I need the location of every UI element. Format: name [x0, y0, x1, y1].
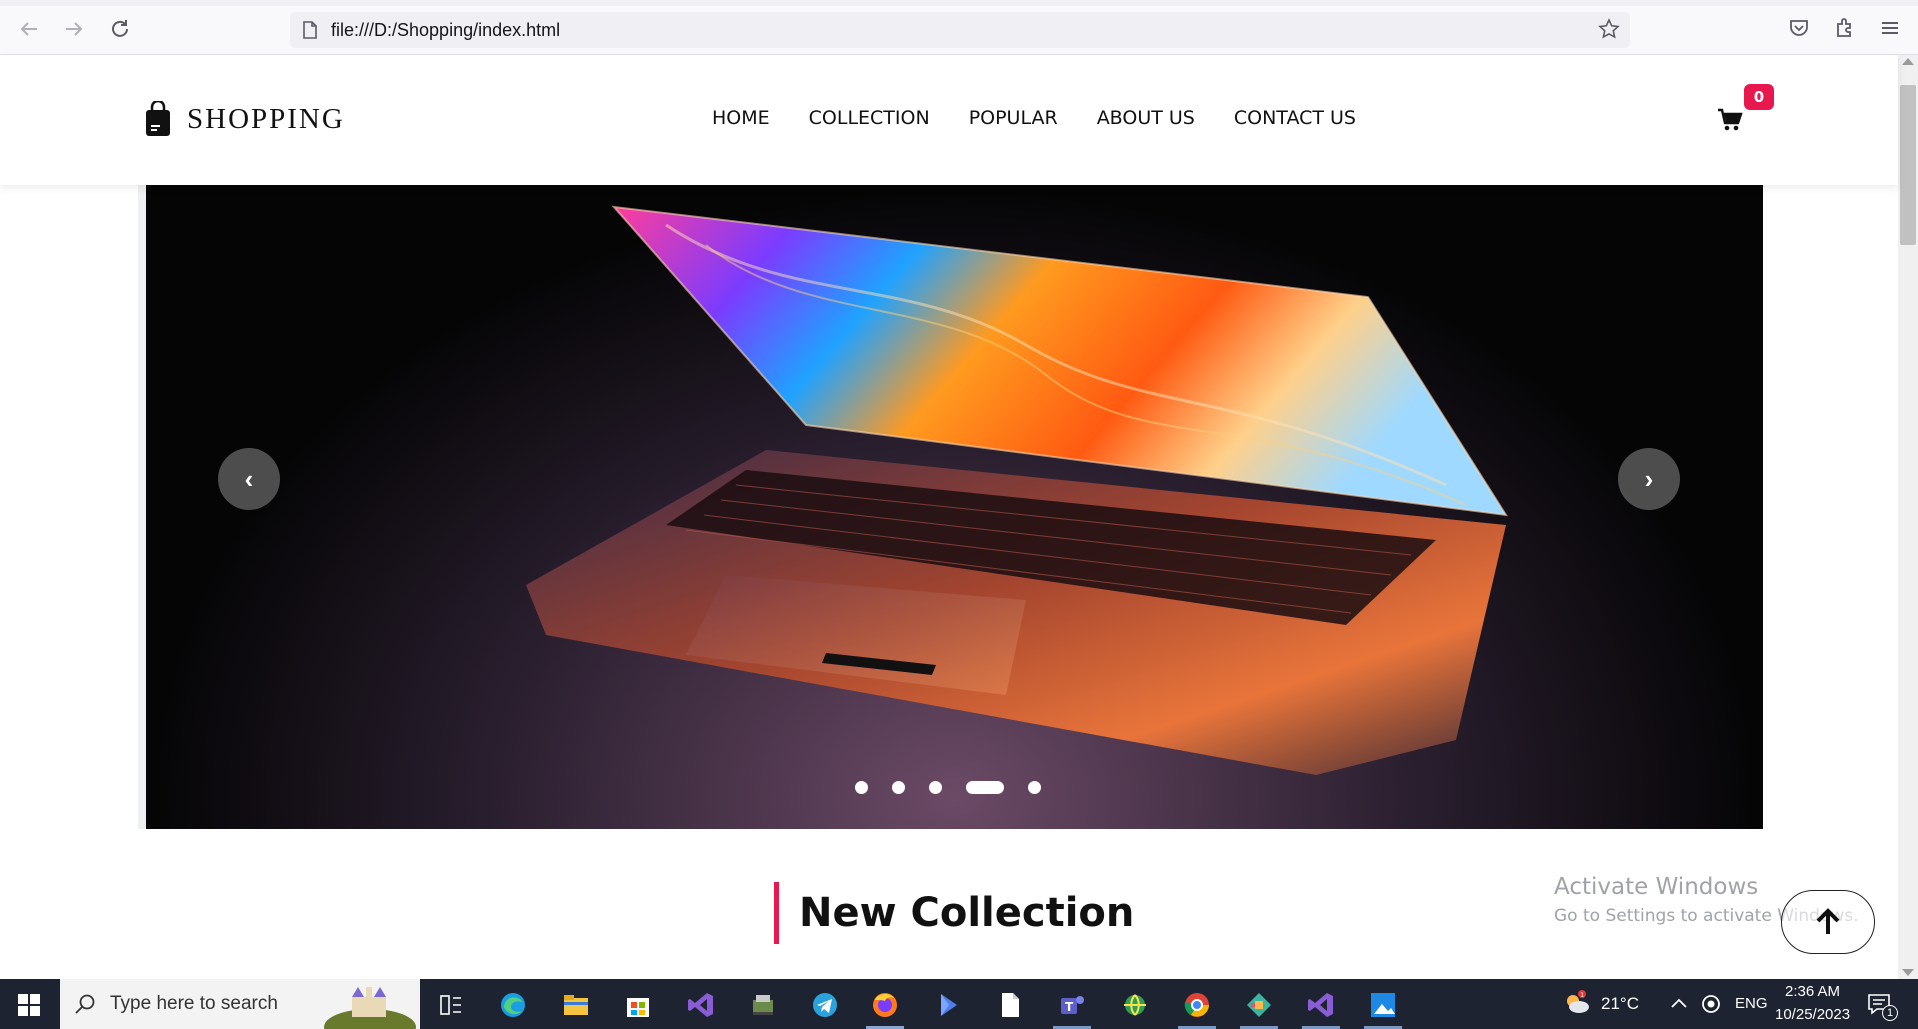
bookmark-star-icon[interactable]: [1598, 18, 1620, 40]
carousel-dot-4[interactable]: [966, 780, 1004, 794]
weather-temp: 21°C: [1601, 994, 1639, 1013]
database-tool-icon[interactable]: [748, 990, 778, 1020]
task-view-icon[interactable]: [436, 990, 466, 1020]
search-icon: [75, 994, 95, 1014]
git-tool-icon[interactable]: [1244, 990, 1274, 1020]
teams-icon[interactable]: T: [1057, 990, 1087, 1020]
menu-icon[interactable]: [1877, 15, 1903, 41]
page-icon: [303, 21, 317, 39]
site-header: SHOPPING HOME COLLECTION POPULAR ABOUT U…: [0, 55, 1898, 185]
nav-popular[interactable]: POPULAR: [969, 107, 1058, 129]
carousel-dot-5[interactable]: [1028, 780, 1041, 794]
image-editor-icon[interactable]: [1368, 990, 1398, 1020]
nav-home[interactable]: HOME: [712, 107, 770, 129]
title-accent-bar: [774, 882, 779, 944]
nav-contact-us[interactable]: CONTACT US: [1234, 107, 1356, 129]
visual-studio-icon[interactable]: [686, 990, 716, 1020]
carousel-dot-2[interactable]: [892, 780, 905, 794]
back-to-top-button[interactable]: [1781, 890, 1875, 954]
notepad-icon[interactable]: [995, 990, 1025, 1020]
scroll-thumb[interactable]: [1900, 85, 1916, 245]
taskbar: Type here to search T 1 21°C ENG 2:36 AM…: [0, 979, 1918, 1029]
telegram-icon[interactable]: [810, 990, 840, 1020]
store-icon[interactable]: [623, 990, 653, 1020]
back-arrow-icon: [20, 22, 37, 36]
extensions-icon[interactable]: [1832, 15, 1858, 41]
file-explorer-icon[interactable]: [561, 990, 591, 1020]
tab-strip: [0, 0, 1918, 6]
scroll-down-icon[interactable]: [1902, 969, 1914, 976]
search-highlight-icon: [324, 987, 416, 1029]
hero-carousel: ‹ ›: [146, 185, 1763, 829]
reload-icon: [112, 20, 128, 37]
pocket-icon[interactable]: [1786, 15, 1812, 41]
logo[interactable]: SHOPPING: [145, 101, 345, 137]
section-heading: New Collection: [774, 882, 1134, 944]
search-placeholder: Type here to search: [110, 993, 278, 1014]
main-nav: HOME COLLECTION POPULAR ABOUT US CONTACT…: [712, 107, 1395, 129]
scroll-up-icon[interactable]: [1902, 58, 1914, 65]
address-bar[interactable]: file:///D:/Shopping/index.html: [290, 12, 1630, 48]
carousel-dot-3[interactable]: [929, 780, 942, 794]
arrow-up-icon: [1816, 908, 1840, 934]
forward-arrow-icon: [66, 22, 83, 36]
svg-text:T: T: [1065, 1000, 1074, 1014]
notification-count: 1: [1882, 1005, 1898, 1021]
network-tool-icon[interactable]: [1120, 990, 1150, 1020]
nav-collection[interactable]: COLLECTION: [809, 107, 930, 129]
cart-count-badge: 0: [1744, 84, 1774, 110]
reload-button[interactable]: [107, 16, 133, 42]
section-title: New Collection: [799, 890, 1135, 936]
carousel-next-button[interactable]: ›: [1618, 448, 1680, 510]
nav-about-us[interactable]: ABOUT US: [1097, 107, 1195, 129]
weather-icon[interactable]: 1: [1562, 988, 1592, 1018]
back-button[interactable]: [16, 16, 42, 42]
visual-studio-2-icon[interactable]: [1306, 990, 1336, 1020]
clock-time[interactable]: 2:36 AM: [1785, 983, 1840, 1000]
windows-start-icon[interactable]: [18, 994, 40, 1016]
url-text[interactable]: file:///D:/Shopping/index.html: [331, 20, 560, 41]
carousel-indicators: [855, 780, 1065, 794]
edge-icon[interactable]: [498, 990, 528, 1020]
cart-icon[interactable]: [1717, 107, 1743, 133]
page-scrollbar[interactable]: [1898, 55, 1918, 979]
carousel-prev-button[interactable]: ‹: [218, 448, 280, 510]
chrome-icon[interactable]: [1182, 990, 1212, 1020]
location-icon[interactable]: [1699, 992, 1723, 1016]
svg-text:1: 1: [1580, 992, 1584, 999]
firefox-icon[interactable]: [870, 990, 900, 1020]
chevron-up-icon[interactable]: [1667, 992, 1691, 1016]
shopping-bag-icon: [146, 101, 170, 136]
browser-toolbar: file:///D:/Shopping/index.html: [0, 0, 1918, 55]
taskbar-search[interactable]: Type here to search: [60, 979, 420, 1029]
app-icon[interactable]: [933, 990, 963, 1020]
language-indicator[interactable]: ENG: [1735, 995, 1768, 1012]
logo-text: SHOPPING: [187, 102, 345, 135]
laptop-image: [526, 205, 1508, 775]
carousel-dot-1[interactable]: [855, 780, 868, 794]
clock-date[interactable]: 10/25/2023: [1775, 1006, 1850, 1023]
forward-button[interactable]: [61, 16, 87, 42]
